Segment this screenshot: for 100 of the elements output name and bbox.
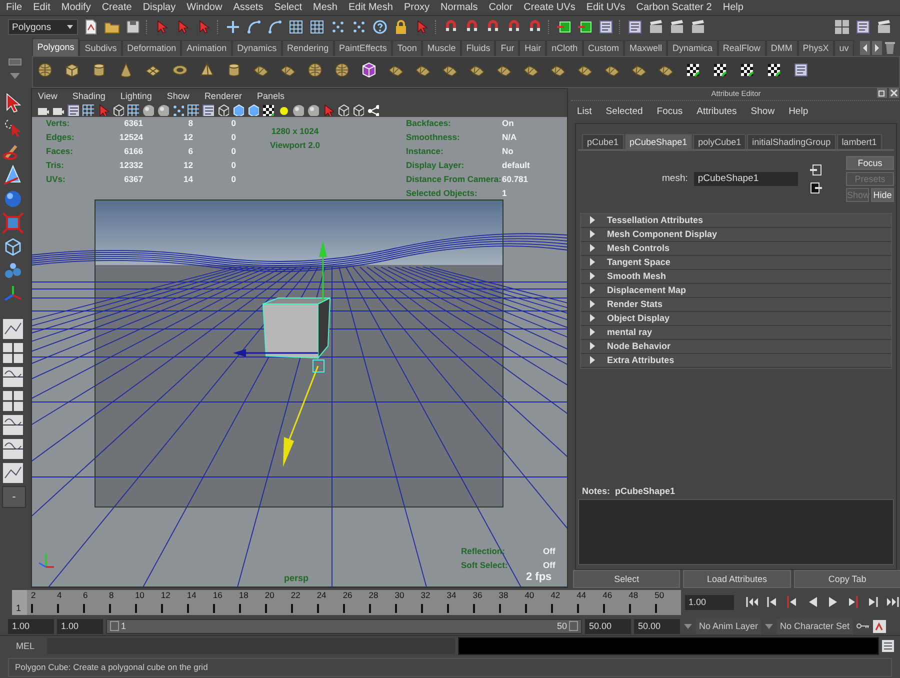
current-frame-field[interactable]: 1.00 [684,594,734,610]
expand-arrow-icon[interactable] [589,230,596,238]
expand-arrow-icon[interactable] [589,272,596,280]
lock-icon[interactable] [393,19,409,36]
menu-item[interactable]: Show [750,106,775,118]
menu-item[interactable]: Color [488,2,513,14]
toolbox-button[interactable]: - [2,486,26,508]
curve-icon[interactable] [246,19,262,36]
go-to-end-icon[interactable] [886,595,900,610]
expand-arrow-icon[interactable] [589,216,596,224]
layout-icon[interactable] [834,19,850,36]
layout-icon[interactable] [2,462,24,484]
expand-arrow-icon[interactable] [589,356,596,364]
editor-button[interactable]: Select [573,570,680,588]
shelf-tab[interactable]: uv [834,40,854,56]
shelf-tab[interactable]: Fur [495,40,520,56]
mesh-name-field[interactable]: pCubeShape1 [694,172,798,186]
menu-item[interactable]: Attributes [696,106,737,118]
menu-item[interactable]: List [577,106,592,118]
anim-layer-dropdown[interactable]: No Anim Layer [696,618,762,634]
character-set-dropdown[interactable]: No Character Set [777,618,853,634]
menu-item[interactable]: Show [166,90,190,101]
layout-icon[interactable] [2,390,24,412]
panel-icon[interactable] [627,19,643,36]
range-bar[interactable]: 1 50 [107,620,581,633]
right-arrow-icon[interactable] [872,40,882,55]
menu-item[interactable]: Panels [256,90,284,101]
dots-icon[interactable] [351,19,367,36]
output-connection-icon[interactable] [810,182,822,194]
section-header[interactable]: Tangent Space [581,256,891,270]
document-icon[interactable] [83,19,99,36]
trash-icon[interactable] [884,40,896,55]
panel-button[interactable]: Focus [846,156,894,170]
panel-button[interactable]: Hide [871,188,894,202]
wireframe-cube-icon[interactable] [351,103,364,116]
section-header[interactable]: Render Stats [581,298,891,312]
section-header[interactable]: Node Behavior [581,340,891,354]
start-time-field[interactable]: 1.00 [8,618,54,634]
section-header[interactable]: Extra Attributes [581,354,891,368]
node-tab[interactable]: polyCube1 [693,134,746,149]
shelf-tab[interactable]: Custom [582,40,624,56]
shelf-tab[interactable]: RealFlow [718,40,766,56]
wireframe-cube-icon[interactable] [111,103,124,116]
shelf-tab[interactable]: Hair [519,40,546,56]
panel-icon[interactable] [598,19,614,36]
end-time-field[interactable]: 50.00 [634,618,680,634]
expand-arrow-icon[interactable] [589,342,596,350]
menu-item[interactable]: Assets [233,2,264,14]
menu-item[interactable]: Modify [61,2,91,14]
go-to-start-icon[interactable] [746,595,760,610]
clapper-icon[interactable] [669,19,685,36]
grid-icon[interactable] [81,103,94,116]
script-editor-icon[interactable] [882,640,894,652]
menu-item[interactable]: File [6,2,22,14]
menu-item[interactable]: Selected [606,106,643,118]
four-view-icon[interactable] [2,342,24,364]
shelf-tab[interactable]: Toon [392,40,422,56]
menu-item[interactable]: Focus [656,106,683,118]
caret-icon[interactable] [683,622,693,630]
shelf-menu-icon[interactable] [8,56,22,68]
expand-arrow-icon[interactable] [589,244,596,252]
grid-icon[interactable] [186,103,199,116]
cube-icon[interactable] [231,103,244,116]
shelf-tab[interactable]: PhysX [798,40,834,56]
checker-icon[interactable] [261,103,274,116]
shelf-tab[interactable]: Deformation [122,40,182,56]
expand-arrow-icon[interactable] [589,328,596,336]
menu-item[interactable]: View [38,90,58,101]
close-icon[interactable] [889,88,899,98]
playback-start-field[interactable]: 1.00 [57,618,103,634]
wireframe-cube-icon[interactable] [216,103,229,116]
menu-item[interactable]: Create UVs [524,2,576,14]
menu-item[interactable]: Edit [33,2,50,14]
clapper-icon[interactable] [648,19,664,36]
menu-item[interactable]: Select [274,2,302,14]
menu-item[interactable]: Proxy [404,2,430,14]
single-view-icon[interactable] [2,318,24,340]
section-header[interactable]: Smooth Mesh [581,270,891,284]
menu-item[interactable]: Display [142,2,176,14]
shelf-tab[interactable]: DMM [766,40,798,56]
section-header[interactable]: Object Display [581,312,891,326]
key-icon[interactable] [856,621,870,632]
grid-icon[interactable] [288,19,304,36]
list-icon[interactable] [855,19,871,36]
panel-icon[interactable] [201,103,214,116]
shelf-tab[interactable]: Rendering [282,40,334,56]
step-forward-key-icon[interactable] [866,595,880,610]
shelf-tab[interactable]: Subdivs [79,40,122,56]
share-icon[interactable] [366,103,379,116]
dots-icon[interactable] [330,19,346,36]
layout-icon[interactable] [2,366,24,388]
left-arrow-icon[interactable] [860,40,870,55]
menu-item[interactable]: Help [788,106,808,118]
section-header[interactable]: Tessellation Attributes [581,214,891,228]
command-language-label[interactable]: MEL [12,641,44,652]
caret-icon[interactable] [764,622,774,630]
mode-dropdown[interactable]: Polygons [8,19,78,36]
section-header[interactable]: Mesh Controls [581,242,891,256]
menu-item[interactable]: Edit UVs [586,2,626,14]
shelf-tab[interactable]: Animation [181,40,232,56]
